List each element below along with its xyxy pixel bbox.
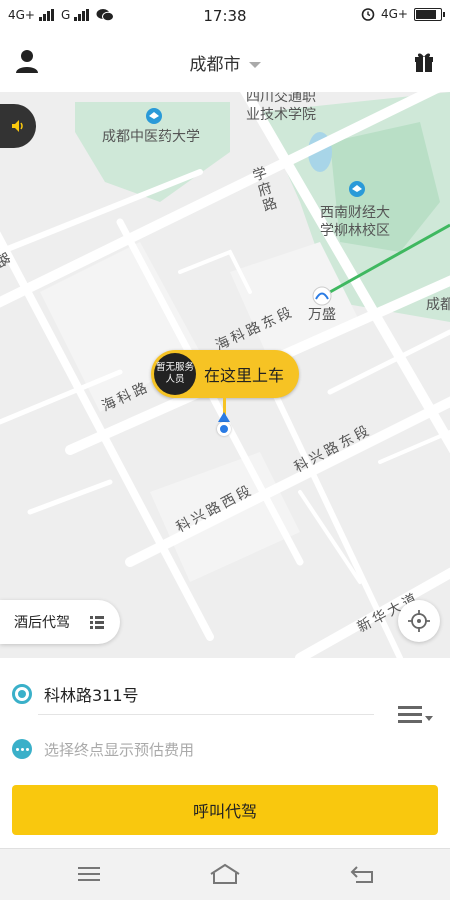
map-label-school: 业技术学院 [246,107,316,123]
destination-row[interactable]: 选择终点显示预估费用 [0,726,450,772]
map-label-right-edge: 成都 [426,297,450,313]
start-address: 科林路311号 [44,686,139,705]
status-bar: 4G+ G 17:38 4G+ [0,0,450,32]
start-address-row[interactable]: 科林路311号 [0,668,450,720]
status-right: 4G+ [361,7,445,21]
driver-status: 暂无服务人员 [154,353,196,395]
pickup-label: 在这里上车 [204,366,285,385]
home-icon[interactable] [208,861,242,887]
city-selector[interactable]: 成都市 [0,50,450,75]
crosshair-icon [408,610,430,632]
locate-button[interactable] [398,600,440,642]
start-point-icon [12,684,32,704]
service-type-label: 酒后代驾 [14,615,70,631]
heading-arrow-icon [218,412,230,422]
network-type-3: 4G+ [381,7,408,21]
list-icon[interactable] [90,615,104,629]
back-icon[interactable] [348,861,378,887]
gift-icon[interactable] [412,49,436,73]
map-label-tcm-university: 成都中医药大学 [102,129,200,145]
battery-icon [414,7,445,21]
city-name: 成都市 [189,55,241,75]
speaker-icon [12,120,23,132]
chevron-down-icon [248,62,261,68]
map-label-swufe: 西南财经大 [320,205,390,221]
map-label-wansheng: 万盛 [308,307,336,323]
service-type-tab[interactable]: 酒后代驾 [0,600,120,644]
app-header: 成都市 [0,32,450,92]
call-driver-button[interactable]: 呼叫代驾 [12,785,438,835]
alarm-icon [361,8,375,21]
pickup-pin[interactable]: 暂无服务人员 在这里上车 [151,350,299,436]
map-label-swufe: 学柳林校区 [320,223,390,239]
map-view[interactable]: 四川交通职 业技术学院 成都中医药大学 学府路 西南财经大 学柳林校区 路 万盛… [0,92,450,658]
current-location-dot [217,422,231,436]
system-navbar [0,848,450,900]
divider [38,714,374,715]
destination-placeholder: 选择终点显示预估费用 [44,740,195,759]
battery-fill [416,9,436,19]
more-options-icon[interactable] [398,702,434,728]
pickup-bubble[interactable]: 暂无服务人员 在这里上车 [151,350,299,398]
menu-icon[interactable] [74,861,104,887]
destination-icon [12,739,32,759]
address-panel: 科林路311号 选择终点显示预估费用 呼叫代驾 [0,658,450,848]
